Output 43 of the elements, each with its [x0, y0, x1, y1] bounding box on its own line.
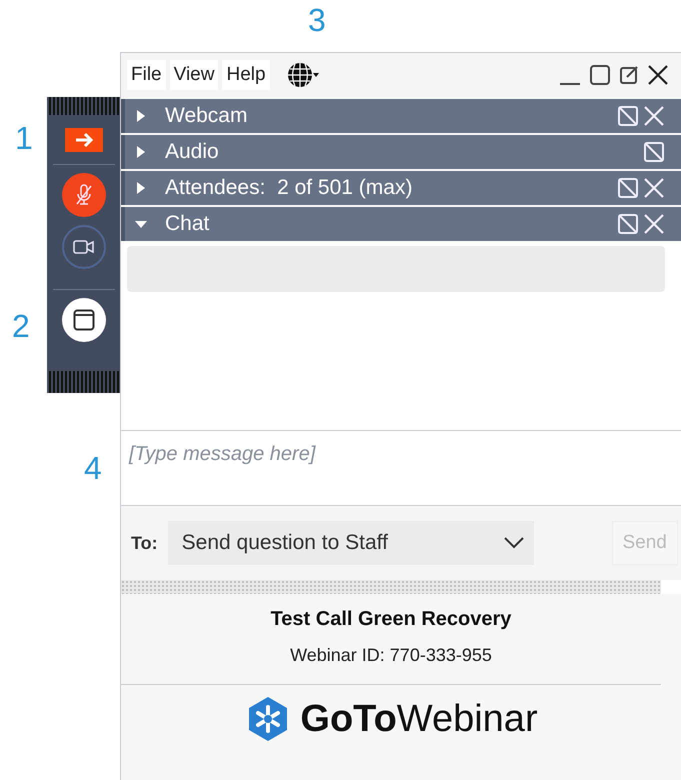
microphone-icon [74, 183, 94, 207]
panel-title: Audio [165, 140, 219, 164]
close-icon[interactable] [647, 64, 669, 86]
callout-number: 1 [15, 120, 33, 156]
grip-handle[interactable] [48, 371, 118, 393]
camera-button[interactable] [62, 225, 106, 269]
resize-handle[interactable] [121, 580, 661, 594]
undock-icon[interactable] [617, 177, 639, 199]
globe-icon [286, 61, 320, 89]
product-logo-text: GoToWebinar [300, 698, 538, 740]
panel-header[interactable]: Webcam [121, 99, 681, 133]
menu-item[interactable]: View [170, 60, 218, 90]
panel-header[interactable]: Chat [121, 207, 681, 241]
undock-icon[interactable] [617, 105, 639, 127]
pop-out-icon[interactable] [619, 65, 639, 85]
menu-item[interactable]: Help [222, 60, 270, 90]
collapse-button[interactable] [64, 128, 102, 152]
webinar-title: Test Call Green Recovery [270, 608, 512, 631]
panel-header[interactable]: Attendees: 2 of 501 (max) [121, 171, 681, 205]
window-icon [72, 309, 94, 331]
panel-title: Webcam [165, 104, 248, 128]
recipient-dropdown[interactable]: Send question to Staff [168, 521, 534, 565]
caret-right-icon [135, 110, 147, 122]
callout-number: 4 [84, 450, 102, 486]
maximize-icon[interactable] [589, 64, 611, 86]
panel-title: Attendees: 2 of 501 (max) [165, 176, 412, 200]
window-button[interactable] [62, 298, 106, 342]
to-label: To: [131, 532, 158, 554]
panel-title: Chat [165, 212, 210, 236]
panel-header[interactable]: Audio [121, 135, 681, 169]
grip-handle[interactable] [48, 97, 118, 115]
microphone-button[interactable] [62, 173, 106, 217]
undock-icon[interactable] [643, 141, 665, 163]
webinar-id: Webinar ID: 770-333-955 [290, 645, 492, 666]
undock-icon[interactable] [617, 213, 639, 235]
caret-right-icon [135, 182, 147, 194]
caret-right-icon [135, 146, 147, 158]
callout-number: 3 [308, 2, 326, 38]
callout-number: 2 [12, 308, 30, 344]
chevron-down-icon [504, 537, 524, 549]
caret-down-icon [135, 218, 147, 230]
menu-item[interactable]: File [127, 60, 166, 90]
video-camera-icon [72, 240, 94, 254]
